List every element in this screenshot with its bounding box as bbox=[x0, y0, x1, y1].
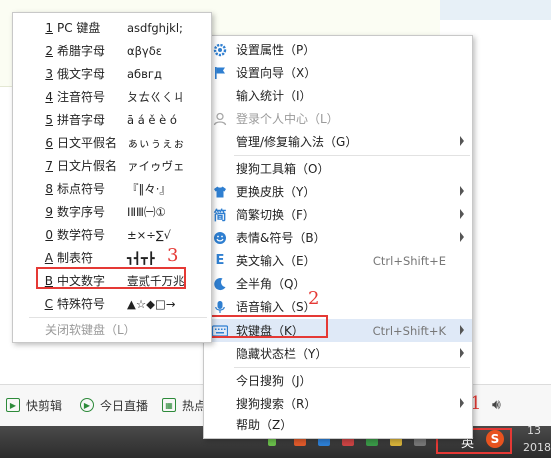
highlight-box-soft-keyboard bbox=[209, 315, 328, 338]
menu-item-help[interactable]: 帮助（Z） bbox=[204, 413, 472, 436]
submenu-arrow-icon bbox=[460, 325, 464, 335]
tray-arrow-icon[interactable] bbox=[268, 438, 276, 446]
kb-item-zhuyin[interactable]: 4 注音符号 ㄆㄊㄍㄑㄐ bbox=[13, 85, 211, 108]
quick-clip-button[interactable]: ▶ 快剪辑 bbox=[6, 395, 62, 415]
kb-item-greek[interactable]: 2 希腊字母 αβγδε bbox=[13, 39, 211, 62]
ime-context-menu: 设置属性（P） 设置向导（X） 输入统计（I） 登录个人中心（L） 管理/修复输… bbox=[203, 35, 473, 439]
play-icon: ▶ bbox=[6, 398, 20, 412]
kb-item-box-drawing[interactable]: A 制表符 ┓┫┳┣ bbox=[13, 246, 211, 269]
submenu-arrow-icon bbox=[460, 348, 464, 358]
kb-item-pc-keyboard[interactable]: 1 PC 键盘 asdfghjkl; bbox=[13, 16, 211, 39]
submenu-arrow-icon bbox=[460, 398, 464, 408]
volume-icon[interactable]: 🔊︎ bbox=[492, 395, 501, 415]
menu-item-settings[interactable]: 设置属性（P） bbox=[204, 38, 472, 61]
annotation-2: 2 bbox=[308, 288, 320, 309]
menu-item-hide-status-bar[interactable]: 隐藏状态栏（Y） bbox=[204, 342, 472, 365]
kb-item-russian[interactable]: 3 俄文字母 абвгд bbox=[13, 62, 211, 85]
today-live-label: 今日直播 bbox=[100, 398, 149, 413]
submenu-arrow-icon bbox=[460, 209, 464, 219]
menu-item-sogou-search[interactable]: 搜狗搜索（R） bbox=[204, 392, 472, 415]
kb-item-number-ordinals[interactable]: 9 数字序号 ⅠⅡⅢ㈠① bbox=[13, 200, 211, 223]
submenu-arrow-icon bbox=[460, 136, 464, 146]
kb-item-close-soft-keyboard[interactable]: 关闭软键盘（L） bbox=[13, 318, 211, 341]
menu-separator bbox=[234, 155, 470, 156]
menu-item-manage-repair[interactable]: 管理/修复输入法（G） bbox=[204, 130, 472, 153]
submenu-arrow-icon bbox=[460, 232, 464, 242]
menu-item-toolbox[interactable]: 搜狗工具箱（O） bbox=[204, 157, 472, 180]
highlight-box-chinese-numerals bbox=[36, 267, 186, 289]
today-live-button[interactable]: ▶ 今日直播 bbox=[80, 395, 148, 415]
menu-separator bbox=[234, 367, 470, 368]
hot-news-button[interactable]: ▦ 热点 bbox=[162, 395, 206, 415]
quick-clip-label: 快剪辑 bbox=[26, 398, 63, 413]
kb-item-pinyin[interactable]: 5 拼音字母 ā á ě è ó bbox=[13, 108, 211, 131]
menu-item-login[interactable]: 登录个人中心（L） bbox=[204, 107, 472, 130]
background-title-strip bbox=[440, 0, 551, 20]
menu-item-today-sogou[interactable]: 今日搜狗（J） bbox=[204, 369, 472, 392]
menu-item-input-stats[interactable]: 输入统计（I） bbox=[204, 84, 472, 107]
kb-item-special-symbols[interactable]: C 特殊符号 ▲☆◆□→ bbox=[13, 292, 211, 315]
annotation-3: 3 bbox=[167, 245, 179, 266]
live-icon: ▶ bbox=[80, 398, 94, 412]
submenu-arrow-icon bbox=[460, 186, 464, 196]
news-icon: ▦ bbox=[162, 398, 176, 412]
menu-item-english-input[interactable]: E 英文输入（E） Ctrl+Shift+E bbox=[204, 249, 472, 272]
soft-keyboard-submenu: 1 PC 键盘 asdfghjkl; 2 希腊字母 αβγδε 3 俄文字母 а… bbox=[12, 12, 212, 343]
kb-item-punctuation[interactable]: 8 标点符号 『‖々·』 bbox=[13, 177, 211, 200]
menu-item-simplified-traditional[interactable]: 简 简繁切换（F） bbox=[204, 203, 472, 226]
menu-item-emoji-symbols[interactable]: 表情&符号（B） bbox=[204, 226, 472, 249]
menu-item-change-skin[interactable]: 更换皮肤（Y） bbox=[204, 180, 472, 203]
kb-item-math-symbols[interactable]: 0 数学符号 ±×÷∑√ bbox=[13, 223, 211, 246]
clock-time: 13 bbox=[527, 424, 541, 437]
kb-item-katakana[interactable]: 7 日文片假名 ァイゥヴェ bbox=[13, 154, 211, 177]
kb-item-hiragana[interactable]: 6 日文平假名 ぁぃぅぇぉ bbox=[13, 131, 211, 154]
menu-item-full-half-width[interactable]: 全半角（Q） bbox=[204, 272, 472, 295]
menu-item-setup-wizard[interactable]: 设置向导（X） bbox=[204, 61, 472, 84]
clock-date: 2018 bbox=[523, 441, 551, 454]
